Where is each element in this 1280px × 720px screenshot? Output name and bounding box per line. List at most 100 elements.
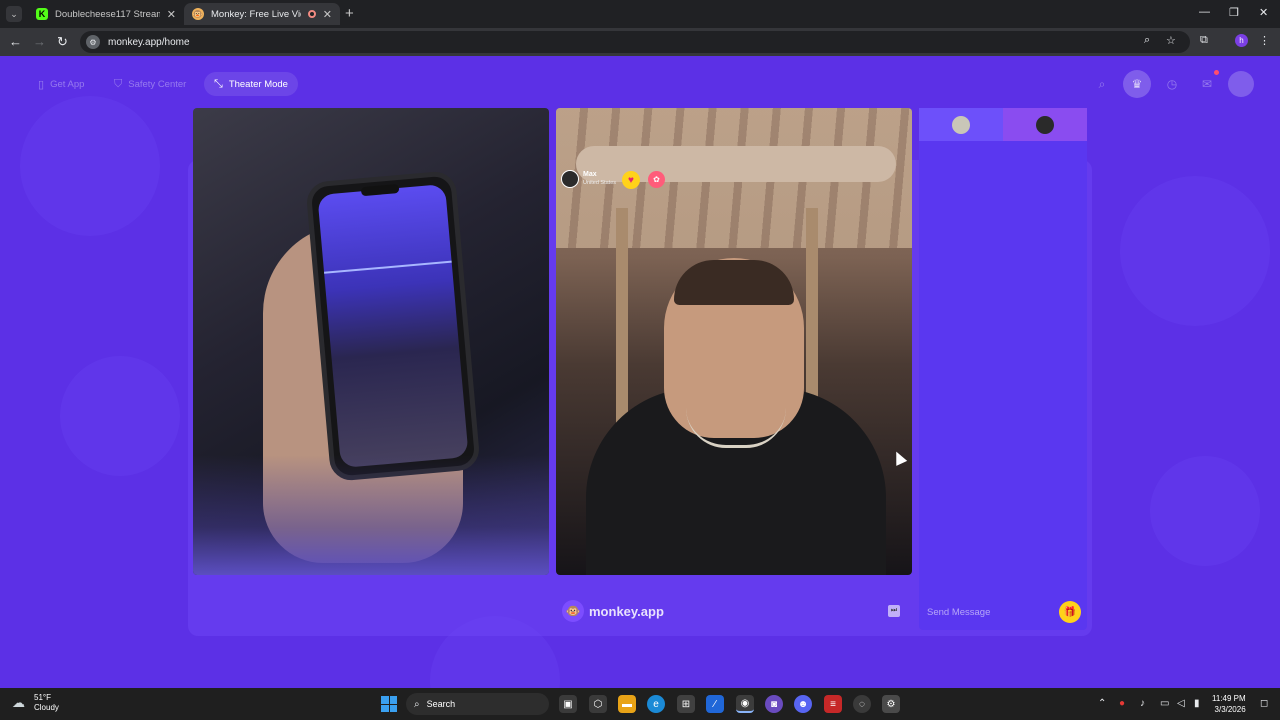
chat-participant-tabs (919, 108, 1087, 141)
chrome-icon[interactable]: ◉ (736, 695, 754, 713)
tab-doublecheese[interactable]: K Doublecheese117 Stream - Wa ✕ (28, 3, 184, 25)
search-icon[interactable]: ⌕ (1091, 73, 1113, 95)
watermark: 🐵 monkey.app (562, 600, 664, 622)
get-app-label: Get App (50, 78, 85, 90)
monkey-logo-icon: 🐵 (562, 600, 584, 622)
person-hair (674, 260, 794, 305)
chat-bubble-icon[interactable]: ✉ (1196, 73, 1218, 95)
tab-strip: ⌄ K Doublecheese117 Stream - Wa ✕ 🐵 Monk… (0, 0, 1280, 28)
extensions-icon[interactable]: ⧉ (1200, 34, 1208, 47)
network-icon[interactable]: ▭ (1160, 698, 1169, 709)
chat-tab-peer[interactable] (1003, 108, 1087, 141)
phone-screen (317, 183, 469, 469)
zoom-icon[interactable]: ⌕ (1144, 34, 1150, 47)
tab-title: Doublecheese117 Stream - Wa (55, 8, 160, 20)
shield-icon: ⛉ (114, 77, 123, 90)
edge-icon[interactable]: e (647, 695, 665, 713)
restore-icon[interactable]: ❐ (1229, 6, 1239, 19)
gift-icon[interactable]: 🎁 (1059, 601, 1081, 623)
message-composer: Send Message 🎁 (919, 594, 1087, 630)
get-app-button[interactable]: ▯ Get App (28, 72, 94, 96)
tray-app-icon[interactable]: ● (1119, 698, 1125, 709)
notification-bell-icon[interactable]: ◻ (1260, 698, 1268, 709)
app-icon-twitch[interactable]: ◙ (765, 695, 783, 713)
new-tab-button[interactable]: + (345, 5, 354, 22)
tab-search-button[interactable]: ⌄ (6, 6, 22, 22)
minimize-icon[interactable]: — (1199, 6, 1210, 18)
send-message-input[interactable]: Send Message (927, 607, 990, 618)
self-avatar (952, 115, 970, 134)
tab-title: Monkey: Free Live Video Ch (211, 8, 301, 20)
recording-indicator-icon (307, 10, 316, 18)
microphone-icon[interactable]: ♪ (1140, 698, 1145, 709)
app-icon[interactable]: ⬡ (589, 695, 607, 713)
task-view-icon[interactable]: ▣ (559, 695, 577, 713)
reaction-icon[interactable]: ✿ (648, 171, 665, 188)
weather-temp: 51°F (34, 693, 51, 702)
blanket-shape (193, 455, 549, 575)
store-icon[interactable]: ⊞ (677, 695, 695, 713)
taskbar-search[interactable]: ⌕ Search (406, 693, 549, 715)
reload-icon[interactable]: ↻ (57, 34, 68, 50)
close-window-icon[interactable]: ✕ (1259, 6, 1268, 19)
chat-tab-self[interactable] (919, 108, 1003, 141)
theater-mode-label: Theater Mode (228, 78, 288, 90)
search-label: Search (426, 699, 456, 709)
heart-icon[interactable]: ♥ (622, 171, 640, 189)
browser-toolbar: ← → ↻ ⚙ monkey.app/home ⌕ ☆ ⧉ ⋮ (0, 28, 1280, 56)
safety-center-label: Safety Center (128, 78, 187, 90)
expand-icon: ⤡ (214, 77, 223, 90)
crown-icon[interactable]: ♛ (1123, 70, 1151, 98)
settings-gear-icon[interactable]: ⚙ (882, 695, 900, 713)
background-decoration (1150, 456, 1260, 566)
close-tab-icon[interactable]: ✕ (167, 8, 176, 21)
windows-start-icon[interactable] (381, 696, 397, 712)
chevron-up-icon[interactable]: ⌃ (1098, 698, 1106, 709)
peer-country: United States (583, 180, 617, 186)
peer-info: Max United States (561, 169, 616, 189)
back-arrow-icon[interactable]: ← (9, 34, 22, 50)
background-decoration (1120, 176, 1270, 326)
cloud-icon: ☁ (12, 695, 25, 710)
url-text: monkey.app/home (108, 36, 190, 48)
profile-avatar[interactable]: h (1235, 34, 1248, 47)
weather-widget[interactable]: ☁ 51°F Cloudy (12, 693, 59, 713)
taskbar: ☁ 51°F Cloudy ⌕ Search ▣ ⬡ ▬ e ⊞ ∕ ◉ ◙ ☻… (0, 688, 1280, 720)
battery-icon[interactable]: ▮ (1194, 698, 1200, 709)
weather-condition: Cloudy (34, 703, 59, 712)
volume-icon[interactable]: ◁ (1177, 698, 1185, 709)
safety-center-button[interactable]: ⛉ Safety Center (104, 72, 196, 96)
peer-name: Max (583, 171, 597, 178)
menu-kebab-icon[interactable]: ⋮ (1259, 34, 1270, 47)
monkey-icon: 🐵 (192, 8, 204, 20)
system-clock[interactable]: 11:49 PM 3/3/2026 (1212, 693, 1246, 715)
clock-time: 11:49 PM (1212, 694, 1246, 703)
peer-avatar (1036, 115, 1054, 134)
address-bar[interactable]: ⚙ monkey.app/home (80, 31, 1190, 53)
notification-dot (1214, 70, 1219, 75)
close-tab-icon[interactable]: ✕ (323, 8, 332, 21)
theater-mode-button[interactable]: ⤡ Theater Mode (204, 72, 298, 96)
background-decoration (60, 356, 180, 476)
tab-monkey[interactable]: 🐵 Monkey: Free Live Video Ch ✕ (184, 3, 340, 25)
site-info-icon[interactable]: ⚙ (86, 35, 100, 49)
clock-date: 3/3/2026 (1214, 705, 1246, 714)
watermark-text: monkey.app (589, 603, 664, 619)
history-clock-icon[interactable]: ◷ (1161, 73, 1183, 95)
kick-icon: K (36, 8, 48, 20)
discord-icon[interactable]: ☻ (794, 695, 812, 713)
phone-icon: ▯ (38, 78, 45, 91)
forward-arrow-icon[interactable]: → (33, 34, 46, 50)
search-icon: ⌕ (414, 698, 420, 710)
chat-panel: Send Message 🎁 (919, 108, 1087, 630)
editor-icon[interactable]: ∕ (706, 695, 724, 713)
app-icon-circle[interactable]: ◌ (853, 695, 871, 713)
file-explorer-icon[interactable]: ▬ (618, 695, 636, 713)
background-decoration (20, 96, 160, 236)
phone-in-video (305, 170, 481, 482)
skip-next-icon[interactable]: ⏭ (888, 605, 900, 617)
user-avatar[interactable] (1228, 71, 1254, 97)
bookmark-star-icon[interactable]: ☆ (1166, 34, 1176, 47)
peer-avatar[interactable] (561, 170, 579, 188)
app-icon-red[interactable]: ≡ (824, 695, 842, 713)
